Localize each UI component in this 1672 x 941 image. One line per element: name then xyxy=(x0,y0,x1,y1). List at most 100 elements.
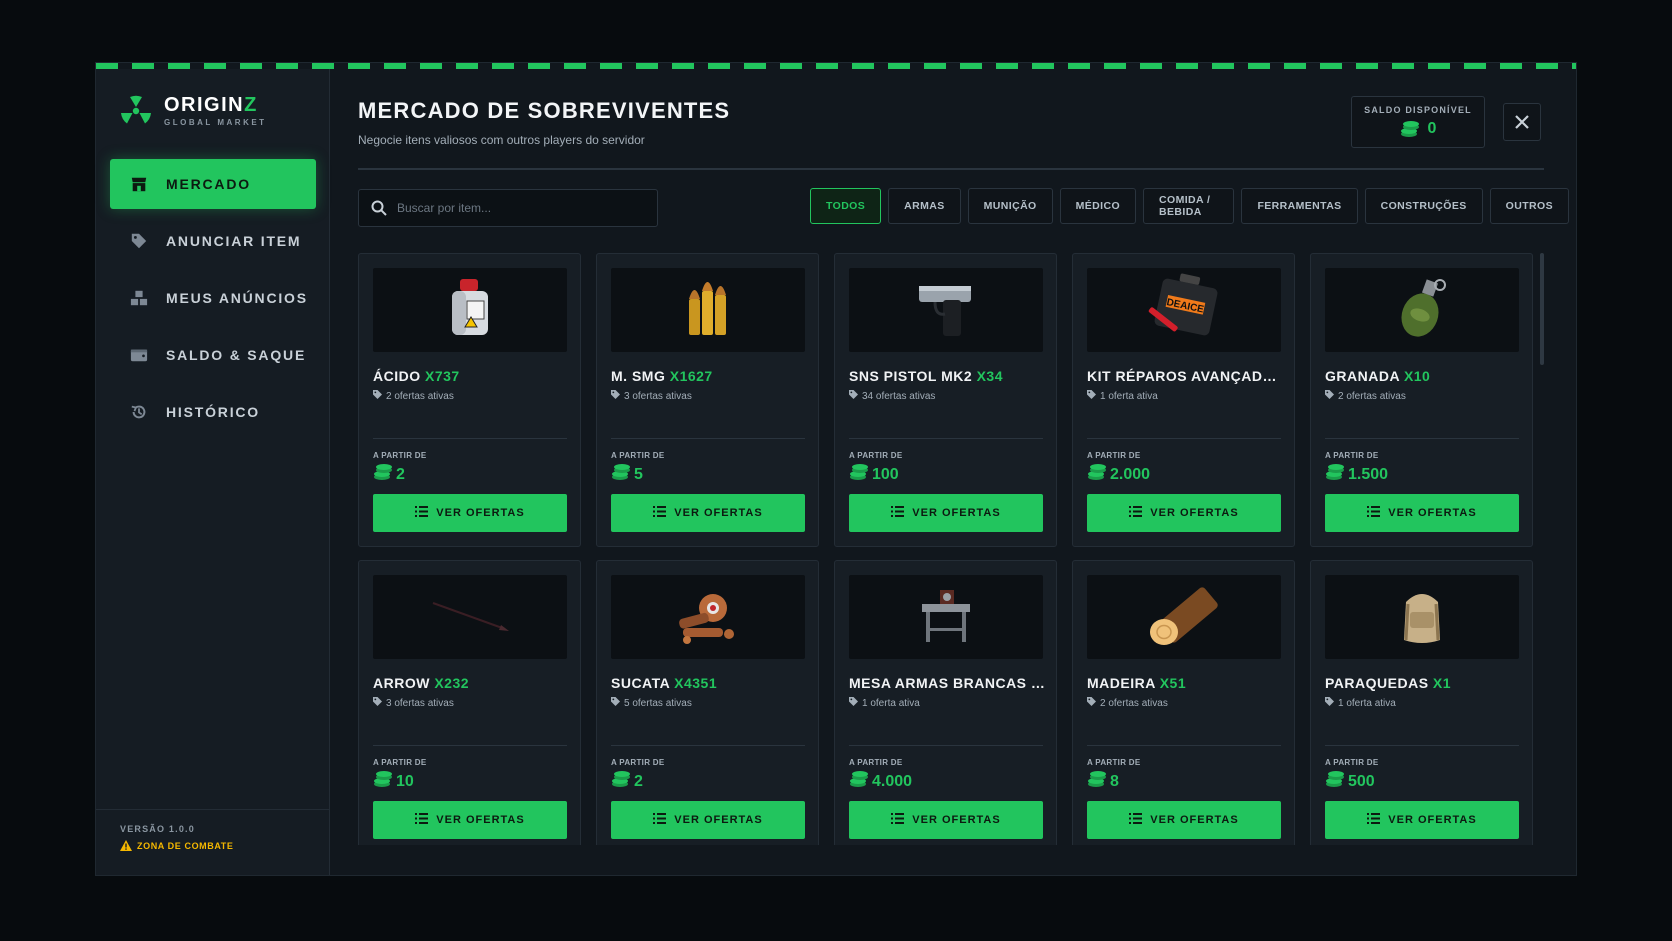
arrow-icon xyxy=(425,595,515,640)
item-price: 100 xyxy=(849,463,899,486)
search-input[interactable] xyxy=(397,201,637,215)
sidebar-item-historico[interactable]: HISTÓRICO xyxy=(110,387,316,437)
view-offers-button[interactable]: VER OFERTAS xyxy=(849,494,1043,532)
sidebar-item-saldo[interactable]: SALDO & SAQUE xyxy=(110,330,316,380)
item-name: SNS PISTOL MK2 X34 xyxy=(849,368,1003,384)
coins-icon xyxy=(611,463,634,486)
price-from-label: A PARTIR DE xyxy=(611,451,665,460)
search-box xyxy=(358,189,658,227)
tag-icon xyxy=(849,390,862,402)
item-offers: 1 oferta ativa xyxy=(849,697,920,709)
item-name: GRANADA X10 xyxy=(1325,368,1431,384)
item-offers: 34 ofertas ativas xyxy=(849,390,935,402)
coins-icon xyxy=(1400,121,1419,137)
item-card[interactable]: MADEIRA X51 2 ofertas ativas A PARTIR DE 8 V… xyxy=(1072,560,1295,845)
item-card[interactable]: GRANADA X10 2 ofertas ativas A PARTIR DE 1.… xyxy=(1310,253,1533,547)
item-image xyxy=(849,268,1043,352)
category-filters: TODOS ARMAS MUNIÇÃO MÉDICO COMIDA / BEBIDA FE… xyxy=(810,188,1576,224)
view-offers-button[interactable]: VER OFERTAS xyxy=(1087,494,1281,532)
view-offers-button[interactable]: VER OFERTAS xyxy=(1325,494,1519,532)
price-from-label: A PARTIR DE xyxy=(849,758,903,767)
store-icon xyxy=(128,173,150,195)
item-name: M. SMG X1627 xyxy=(611,368,713,384)
brand-subtitle: GLOBAL MARKET xyxy=(164,118,267,127)
item-card[interactable]: MESA ARMAS BRANCAS X1 1 oferta ativa A PAR… xyxy=(834,560,1057,845)
filter-tab[interactable]: OUTROS xyxy=(1489,188,1569,224)
coins-icon xyxy=(1087,770,1110,793)
filter-tab[interactable]: COMIDA / BEBIDA xyxy=(1143,188,1235,224)
close-button[interactable] xyxy=(1503,103,1541,141)
sidebar-item-label: SALDO & SAQUE xyxy=(166,347,307,363)
item-quantity: X10 xyxy=(1403,368,1431,384)
tag-icon xyxy=(1087,390,1100,402)
item-card[interactable]: DEAICE KIT RÉPAROS AVANÇADO ... 1 oferta … xyxy=(1072,253,1295,547)
view-offers-button[interactable]: VER OFERTAS xyxy=(1325,801,1519,839)
view-offers-button[interactable]: VER OFERTAS xyxy=(849,801,1043,839)
search-icon xyxy=(371,200,387,216)
item-card[interactable]: SUCATA X4351 5 ofertas ativas A PARTIR DE 2… xyxy=(596,560,819,845)
filter-tab[interactable]: MUNIÇÃO xyxy=(967,188,1053,224)
view-offers-button[interactable]: VER OFERTAS xyxy=(373,801,567,839)
list-icon xyxy=(1367,813,1388,827)
parachute-bag-icon xyxy=(1394,582,1450,653)
item-quantity: X1 xyxy=(1030,675,1047,691)
bullets-icon xyxy=(683,275,733,346)
tag-icon xyxy=(611,697,624,709)
grid-scrollbar[interactable] xyxy=(1540,253,1544,365)
pistol-icon xyxy=(913,276,979,345)
repair-kit-icon: DEAICE xyxy=(1144,273,1224,348)
page-subtitle: Negocie itens valiosos com outros player… xyxy=(358,133,645,147)
filter-tab[interactable]: CONSTRUÇÕES xyxy=(1364,188,1483,224)
price-from-label: A PARTIR DE xyxy=(373,451,427,460)
item-offers: 1 oferta ativa xyxy=(1087,390,1158,402)
view-offers-button[interactable]: VER OFERTAS xyxy=(373,494,567,532)
filter-tab[interactable]: TODOS xyxy=(810,188,882,224)
sidebar-item-label: HISTÓRICO xyxy=(166,404,260,420)
sidebar-item-meus-anuncios[interactable]: MEUS ANÚNCIOS xyxy=(110,273,316,323)
list-icon xyxy=(1129,506,1150,520)
item-offers: 1 oferta ativa xyxy=(1325,697,1396,709)
item-price: 10 xyxy=(373,770,414,793)
card-divider xyxy=(1325,438,1519,439)
filter-tab[interactable]: MÉDICO xyxy=(1059,188,1137,224)
item-offers: 2 ofertas ativas xyxy=(1325,390,1406,402)
price-from-label: A PARTIR DE xyxy=(1087,758,1141,767)
item-image xyxy=(849,575,1043,659)
brand-name: ORIGINZ xyxy=(164,94,258,116)
wallet-icon xyxy=(128,344,150,366)
balance-label: SALDO DISPONÍVEL xyxy=(1364,105,1472,115)
tag-icon xyxy=(128,230,150,252)
item-image xyxy=(611,268,805,352)
zone-indicator: ZONA DE COMBATE xyxy=(120,840,305,851)
item-name: MADEIRA X51 xyxy=(1087,675,1187,691)
sidebar-item-label: ANUNCIAR ITEM xyxy=(166,233,302,249)
item-price: 5 xyxy=(611,463,643,486)
item-card[interactable]: SNS PISTOL MK2 X34 34 ofertas ativas A PAR… xyxy=(834,253,1057,547)
sidebar-item-mercado[interactable]: MERCADO xyxy=(110,159,316,209)
list-icon xyxy=(415,506,436,520)
item-card[interactable]: ÁCIDO X737 2 ofertas ativas A PARTIR DE 2 VE… xyxy=(358,253,581,547)
coins-icon xyxy=(373,463,396,486)
view-offers-button[interactable]: VER OFERTAS xyxy=(1087,801,1281,839)
view-offers-button[interactable]: VER OFERTAS xyxy=(611,801,805,839)
item-card[interactable]: ARROW X232 3 ofertas ativas A PARTIR DE 10 V… xyxy=(358,560,581,845)
workbench-icon xyxy=(916,582,976,653)
item-card[interactable]: PARAQUEDAS X1 1 oferta ativa A PARTIR DE 50… xyxy=(1310,560,1533,845)
view-offers-button[interactable]: VER OFERTAS xyxy=(611,494,805,532)
list-icon xyxy=(653,506,674,520)
balance-box: SALDO DISPONÍVEL 0 xyxy=(1351,96,1485,148)
price-from-label: A PARTIR DE xyxy=(849,451,903,460)
price-from-label: A PARTIR DE xyxy=(1087,451,1141,460)
filter-tab[interactable]: ARMAS xyxy=(888,188,961,224)
filter-tab[interactable]: FERRAMENTAS xyxy=(1241,188,1358,224)
sidebar-item-anunciar[interactable]: ANUNCIAR ITEM xyxy=(110,216,316,266)
close-icon xyxy=(1515,115,1529,129)
warning-icon xyxy=(120,840,132,851)
coins-icon xyxy=(1325,463,1348,486)
coins-icon xyxy=(373,770,396,793)
item-price: 2.000 xyxy=(1087,463,1150,486)
coins-icon xyxy=(849,770,872,793)
item-name: ÁCIDO X737 xyxy=(373,368,460,384)
item-name: MESA ARMAS BRANCAS X1 xyxy=(849,675,1047,691)
item-card[interactable]: M. SMG X1627 3 ofertas ativas A PARTIR DE 5… xyxy=(596,253,819,547)
